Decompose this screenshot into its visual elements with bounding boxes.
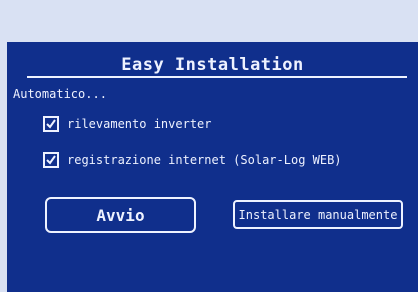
checkmark-icon [46,155,56,165]
checkbox-inverter-detection[interactable] [43,116,59,132]
manual-install-button[interactable]: Installare manualmente [233,200,403,229]
mode-label: Automatico... [13,87,107,101]
lcd-screen: Easy Installation Automatico... rilevame… [7,42,418,292]
option-label: rilevamento inverter [67,117,212,131]
checkmark-icon [46,119,56,129]
option-internet-registration[interactable]: registrazione internet (Solar-Log WEB) [43,152,342,168]
option-label: registrazione internet (Solar-Log WEB) [67,153,342,167]
dialog-title: Easy Installation [121,55,304,75]
checkbox-internet-registration[interactable] [43,152,59,168]
title-divider [27,76,407,78]
start-button[interactable]: Avvio [45,197,196,233]
option-inverter-detection[interactable]: rilevamento inverter [43,116,212,132]
